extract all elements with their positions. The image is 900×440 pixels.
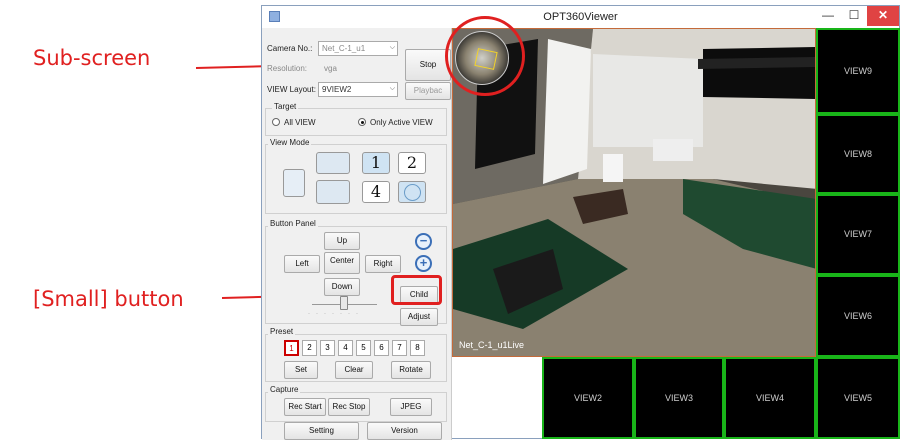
view5-tile[interactable]: VIEW5 bbox=[816, 357, 900, 439]
jpeg-button[interactable]: JPEG bbox=[390, 398, 432, 416]
four-view-mode-button[interactable]: 4 bbox=[362, 181, 390, 203]
preset-5-button[interactable]: 5 bbox=[356, 340, 371, 356]
set-button[interactable]: Set bbox=[284, 361, 318, 379]
rec-stop-button[interactable]: Rec Stop bbox=[328, 398, 370, 416]
small-button-callout: [Small] button bbox=[33, 287, 184, 311]
preset-1-button[interactable]: 1 bbox=[284, 340, 299, 356]
view-mode-title: View Mode bbox=[268, 138, 312, 147]
capture-title: Capture bbox=[268, 385, 301, 394]
control-panel: Camera No.: Net_C-1_u1 ⌵ Stop Resolution:… bbox=[262, 28, 452, 440]
preset-2-button[interactable]: 2 bbox=[302, 340, 317, 356]
camera-no-label: Camera No.: bbox=[267, 44, 313, 53]
view-layout-select[interactable]: 9VIEW2 ⌵ bbox=[318, 82, 398, 97]
panorama-mode-button[interactable] bbox=[283, 169, 305, 197]
camera-no-value: Net_C-1_u1 bbox=[322, 44, 366, 53]
button-panel-title: Button Panel bbox=[268, 219, 318, 228]
adjust-button[interactable]: Adjust bbox=[400, 308, 438, 326]
fisheye-circle-icon bbox=[404, 184, 421, 201]
target-title: Target bbox=[272, 102, 299, 111]
preset-3-button[interactable]: 3 bbox=[320, 340, 335, 356]
dual-view-mode-button[interactable] bbox=[316, 180, 350, 204]
view4-tile[interactable]: VIEW4 bbox=[724, 357, 816, 439]
slider-ticks: ······· bbox=[308, 311, 364, 317]
single-view-mode-button[interactable]: 1 bbox=[362, 152, 390, 174]
close-button[interactable]: ✕ bbox=[867, 6, 899, 26]
view-layout-value: 9VIEW2 bbox=[322, 85, 352, 94]
camera-caption: Net_C-1_u1Live bbox=[459, 340, 525, 350]
preset-title: Preset bbox=[268, 327, 296, 336]
playback-button[interactable]: Playbac bbox=[405, 82, 451, 100]
left-button[interactable]: Left bbox=[284, 255, 320, 273]
view-layout-label: VIEW Layout: bbox=[267, 85, 316, 94]
view7-tile[interactable]: VIEW7 bbox=[816, 194, 900, 275]
maximize-button[interactable]: ☐ bbox=[841, 6, 867, 26]
preset-4-button[interactable]: 4 bbox=[338, 340, 353, 356]
preset-8-button[interactable]: 8 bbox=[410, 340, 425, 356]
rec-start-button[interactable]: Rec Start bbox=[284, 398, 326, 416]
child-button-highlight-box bbox=[391, 275, 442, 305]
only-active-view-radio[interactable] bbox=[358, 118, 366, 126]
all-view-label: All VIEW bbox=[284, 118, 316, 127]
minimize-button[interactable]: — bbox=[815, 6, 841, 26]
preset-7-button[interactable]: 7 bbox=[392, 340, 407, 356]
zoom-in-icon[interactable]: + bbox=[415, 255, 432, 272]
fisheye-mode-button[interactable] bbox=[398, 181, 426, 203]
all-view-radio[interactable] bbox=[272, 118, 280, 126]
chevron-down-icon: ⌵ bbox=[389, 44, 395, 51]
only-active-view-label: Only Active VIEW bbox=[370, 118, 433, 127]
resolution-label: Resolution: bbox=[267, 64, 308, 73]
zoom-out-icon[interactable]: − bbox=[415, 233, 432, 250]
subscreen-highlight-circle bbox=[445, 16, 525, 96]
view8-tile[interactable]: VIEW8 bbox=[816, 114, 900, 194]
window-title: OPT360Viewer bbox=[543, 11, 618, 23]
view3-tile[interactable]: VIEW3 bbox=[634, 357, 724, 439]
resolution-value: vga bbox=[324, 64, 337, 73]
up-button[interactable]: Up bbox=[324, 232, 360, 250]
camera-no-select[interactable]: Net_C-1_u1 ⌵ bbox=[318, 41, 398, 56]
version-button[interactable]: Version bbox=[367, 422, 442, 440]
rotate-button[interactable]: Rotate bbox=[391, 361, 431, 379]
right-button[interactable]: Right bbox=[365, 255, 401, 273]
title-bar: OPT360Viewer — ☐ ✕ bbox=[262, 6, 899, 28]
preset-6-button[interactable]: 6 bbox=[374, 340, 389, 356]
subscreen-callout: Sub-screen bbox=[33, 46, 151, 70]
two-view-mode-button[interactable]: 2 bbox=[398, 152, 426, 174]
wide-view-mode-button[interactable] bbox=[316, 152, 350, 174]
view6-tile[interactable]: VIEW6 bbox=[816, 275, 900, 357]
view2-tile[interactable]: VIEW2 bbox=[542, 357, 634, 439]
view9-tile[interactable]: VIEW9 bbox=[816, 28, 900, 114]
down-button[interactable]: Down bbox=[324, 278, 360, 296]
clear-button[interactable]: Clear bbox=[335, 361, 373, 379]
app-window: OPT360Viewer — ☐ ✕ Camera No.: Net_C-1_u… bbox=[261, 5, 900, 440]
chevron-down-icon: ⌵ bbox=[389, 85, 395, 92]
setting-button[interactable]: Setting bbox=[284, 422, 359, 440]
zoom-slider-thumb[interactable] bbox=[340, 296, 348, 310]
center-button[interactable]: Center bbox=[324, 252, 360, 274]
